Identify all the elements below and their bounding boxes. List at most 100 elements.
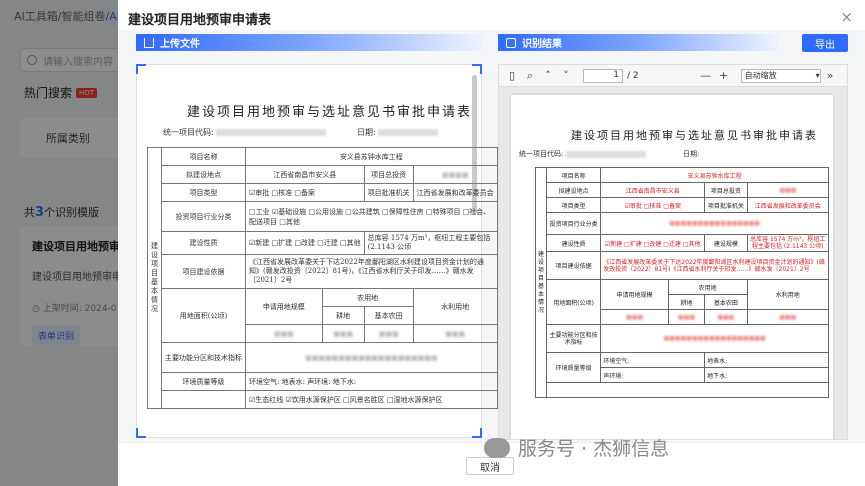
redacted-cell: ■■■: [363, 324, 414, 343]
watermark: 服务号 · 杰狮信息: [484, 434, 669, 461]
upload-icon: [144, 37, 154, 48]
cell: 建设规模: [704, 234, 748, 252]
redacted-cell: ■■■: [746, 309, 829, 325]
cell: 江西省南昌市安义县: [600, 182, 706, 198]
redacted-cell: ■■■: [667, 309, 706, 325]
redacted-text: [378, 129, 439, 136]
page-up-icon[interactable]: ˄: [541, 69, 555, 83]
cell: ☑生态红线 ☑饮用水源保护区 □风景名胜区 □湿地水源保护区: [245, 390, 498, 409]
cell: 项目批准机关: [704, 197, 748, 213]
result-panel: 识别结果 导出 ▯ ⌕ ˄ ˅ 1 / 2 — + 自动缩放 ▾ » 建设项目用…: [498, 34, 848, 442]
cell: 农用地: [667, 279, 748, 295]
watermark-text: 服务号 · 杰狮信息: [518, 438, 670, 460]
cell: 主要功能分区和技术指标: [161, 342, 246, 373]
redacted-cell: ■■■: [412, 324, 498, 343]
cell: 投资项目行业分类: [161, 201, 246, 232]
cell: 耕地: [321, 306, 365, 325]
redacted-cell: ■■■■■■■■■■■■■■■■■■: [600, 324, 829, 353]
crop-corner: [472, 428, 482, 438]
upload-header: 上传文件: [136, 34, 482, 51]
cell: 总库容 1574 万m³，枢纽工程主要包括 (2.1143 公顷): [746, 234, 829, 252]
page-total: / 2: [627, 70, 639, 81]
pdf-viewer: ▯ ⌕ ˄ ˅ 1 / 2 — + 自动缩放 ▾ » 建设项目用地预审与选址意见…: [498, 64, 848, 440]
page-down-icon[interactable]: ˅: [559, 69, 573, 83]
scan-date: 日期:: [357, 127, 439, 138]
sidebar-toggle-icon[interactable]: ▯: [505, 69, 519, 83]
upload-panel: 上传文件 建设项目用地预审与选址意见书审批申请表 统一项目代码: 日期: 建设项…: [136, 34, 498, 442]
cell: 项目批准机关: [363, 183, 414, 202]
code-label: 统一项目代码:: [163, 128, 214, 137]
cell: 项目建设依据: [546, 251, 602, 280]
cell: 声环境:: [600, 367, 706, 383]
env-surface: 地表水:: [707, 357, 728, 365]
env-ground: 地下水:: [707, 372, 728, 380]
cell: 建设性质: [546, 234, 602, 252]
page-number-input[interactable]: 1: [583, 68, 623, 83]
env-sound: 声环境:: [603, 372, 624, 380]
cell: 耕地: [667, 294, 706, 310]
search-icon[interactable]: ⌕: [523, 69, 537, 83]
scan-icon: [506, 37, 516, 48]
scan-code: 统一项目代码:: [163, 127, 327, 138]
close-icon[interactable]: ×: [840, 8, 853, 26]
env-air: 环境空气:: [603, 357, 630, 365]
cell: 申请用地规模: [600, 279, 669, 310]
crop-corner: [136, 64, 146, 74]
cell: 项目建设依据: [161, 254, 246, 289]
uploaded-document[interactable]: 建设项目用地预审与选址意见书审批申请表 统一项目代码: 日期: 建设项目基本情况…: [136, 64, 498, 438]
date-label: 日期:: [683, 150, 700, 158]
env-ground: 地下水:: [332, 377, 357, 386]
cell: 基本农田: [363, 306, 414, 325]
zoom-out-icon[interactable]: —: [699, 69, 713, 83]
cell: 水利用地: [412, 288, 498, 325]
export-button[interactable]: 导出: [802, 34, 848, 52]
redacted-text: [216, 129, 327, 136]
cell: 建设项目基本情况: [534, 167, 548, 398]
cell: 《江西省发展改革委关于下达2022年度鄱阳湖区水利建设项目资金计划的通知》(赣发…: [245, 254, 498, 289]
cell: □工业 ☑基础设施 □公用设施 □公共建筑 □保障性住房 □特殊项目 □社会、配…: [245, 201, 498, 232]
cell: 主要功能分区和技术指标: [546, 324, 602, 353]
cell: 项目总投资: [704, 182, 748, 198]
cell: 项目名称: [161, 147, 246, 166]
redacted-cell: ■■■: [245, 324, 323, 343]
cell: 用地面积(公顷): [546, 279, 602, 325]
cell: ☑新建 □扩建 □改建 □迁建 □其他: [245, 231, 365, 255]
redacted-cell: ■■■: [321, 324, 365, 343]
cell: 总库容 1574 万m³，枢纽工程主要包括 (2.1143 公顷: [363, 231, 498, 255]
redacted-cell: ■■■: [746, 182, 829, 198]
redacted-cell: ■■■: [704, 309, 748, 325]
date-label: 日期:: [357, 128, 376, 137]
cell: 江西省发展和改革委员会: [746, 197, 829, 213]
zoom-in-icon[interactable]: +: [717, 69, 731, 83]
modal-body: 上传文件 建设项目用地预审与选址意见书审批申请表 统一项目代码: 日期: 建设项…: [118, 30, 865, 442]
env-sound: 声环境:: [307, 377, 331, 386]
cell: 地表水:: [704, 352, 829, 368]
redacted-text: [565, 150, 646, 158]
cell: 拟建设地点: [161, 165, 246, 184]
pdf-page-area[interactable]: 建设项目用地预审与选址意见书审批申请表 统一项目代码: 日期: 建设项目基本情况…: [499, 87, 847, 439]
redacted-cell: ■■■■: [412, 165, 498, 184]
cell: 环境空气: 地表水: 声环境: 地下水:: [245, 372, 498, 391]
env-air: 环境空气:: [249, 377, 280, 386]
zoom-select[interactable]: 自动缩放 ▾: [740, 68, 821, 83]
cell: ☑新建 □扩建 □改建 □迁建 □其他: [600, 234, 706, 252]
cell: ☑审批 □核准 □备案: [245, 183, 365, 202]
result-date: 日期:: [683, 149, 699, 159]
cell: 环境空气:: [600, 352, 706, 368]
cell: [546, 382, 829, 398]
cell: 基本农田: [704, 294, 748, 310]
chevron-down-icon: ▾: [815, 71, 820, 80]
redacted-cell: ■■■■■■■■■■■■■■■■■■■■: [245, 342, 498, 373]
env-surface: 地表水:: [281, 377, 305, 386]
cell: 项目类型: [546, 197, 602, 213]
scan-title: 建设项目用地预审与选址意见书审批申请表: [187, 105, 473, 120]
cell: 安义县苏钟水库工程: [600, 167, 829, 183]
redacted-cell: ■■■: [600, 309, 669, 325]
more-tools-icon[interactable]: »: [823, 69, 837, 83]
result-title: 建设项目用地预审与选址意见书审批申请表: [571, 129, 818, 142]
result-label: 识别结果: [522, 39, 562, 50]
vertical-label: 建设项目基本情况: [147, 147, 162, 409]
redacted-cell: ■■■■■■■■■■■■■■■■: [600, 212, 829, 235]
zoom-value: 自动缩放: [744, 71, 777, 80]
cell: 项目名称: [546, 167, 602, 183]
